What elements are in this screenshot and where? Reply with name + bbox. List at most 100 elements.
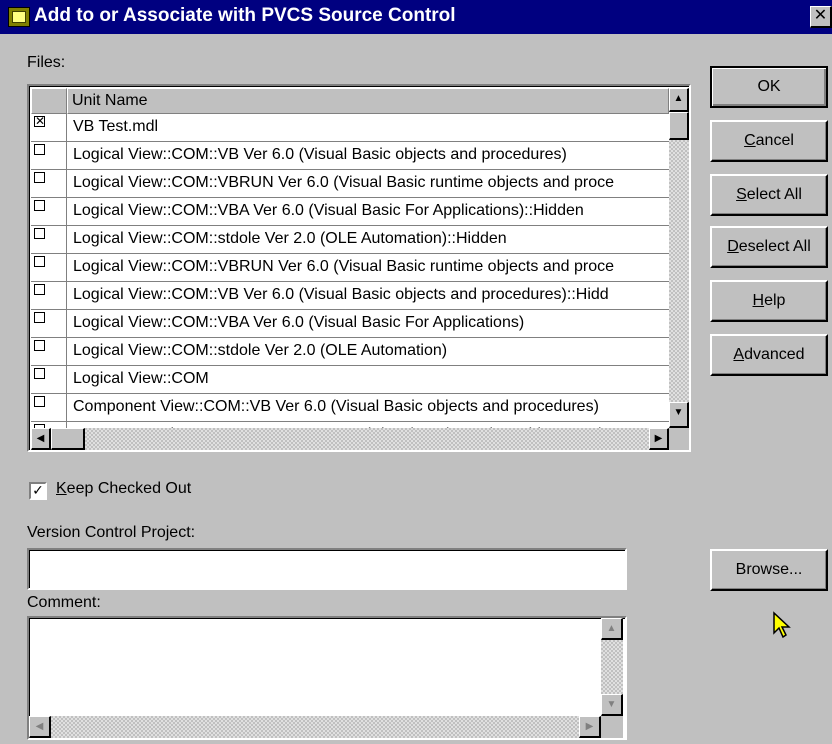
deselect-all-button[interactable]: Deselect All [710,226,828,268]
row-check-cell[interactable]: ✕ [31,114,67,141]
comment-hscroll[interactable]: ◀ ▶ [29,716,601,738]
row-check-cell[interactable] [31,338,67,365]
arrow-left-icon: ◀ [35,721,44,732]
scroll-corner [669,428,689,450]
files-vscroll[interactable]: ▲ ▼ [669,88,689,428]
comment-scroll-left[interactable]: ◀ [29,716,51,738]
row-unit-name: Logical View::COM::stdole Ver 2.0 (OLE A… [73,342,448,359]
row-checkbox[interactable] [34,200,45,211]
table-row[interactable]: Logical View::COM::VBA Ver 6.0 (Visual B… [31,198,669,226]
row-unit-name: Logical View::COM::VBRUN Ver 6.0 (Visual… [73,174,614,191]
keep-accel: K [56,480,67,497]
row-check-cell[interactable] [31,282,67,309]
arrow-up-icon: ▲ [673,93,684,104]
row-checkbox[interactable] [34,284,45,295]
arrow-right-icon: ▶ [654,433,663,444]
grid-header-unit-name[interactable]: Unit Name [67,88,669,114]
files-label: Files: [27,54,66,71]
table-row[interactable]: Logical View::COM::VB Ver 6.0 (Visual Ba… [31,282,669,310]
table-row[interactable]: Logical View::COM::stdole Ver 2.0 (OLE A… [31,338,669,366]
table-row[interactable]: Logical View::COM::VBRUN Ver 6.0 (Visual… [31,170,669,198]
cancel-label: ancel [755,132,794,149]
scroll-left-button[interactable]: ◀ [31,428,51,450]
cancel-accel: C [744,132,756,149]
help-label: elp [764,292,786,309]
deselect-all-accel: D [727,238,739,255]
advanced-label: dvanced [744,346,805,363]
row-unit-name: Logical View::COM::VBA Ver 6.0 (Visual B… [73,314,525,331]
hscroll-thumb[interactable] [51,428,85,450]
browse-label: Browse... [735,561,803,578]
version-control-project-label: Version Control Project: [27,524,196,541]
grid-header-check[interactable] [31,88,67,114]
comment-scroll-down[interactable]: ▼ [601,694,623,716]
select-all-label: elect All [746,186,802,203]
row-unit-name: Logical View::COM::VBA Ver 6.0 (Visual B… [73,202,584,219]
row-checkbox[interactable] [34,228,45,239]
arrow-left-icon: ◀ [36,433,45,444]
row-check-cell[interactable] [31,198,67,225]
vscroll-thumb[interactable] [669,112,689,140]
row-unit-name: Component View::COM::VB Ver 6.0 (Visual … [73,398,599,415]
row-checkbox[interactable] [34,396,45,407]
table-row[interactable]: Logical View::COM::VBRUN Ver 6.0 (Visual… [31,254,669,282]
keep-checked-out-label[interactable]: Keep Checked Out [56,480,191,498]
table-row[interactable]: ✕ VB Test.mdl [31,114,669,142]
row-checkbox[interactable] [34,312,45,323]
row-checkbox[interactable] [34,172,45,183]
comment-label: Comment: [27,594,101,611]
row-unit-name: Logical View::COM::VB Ver 6.0 (Visual Ba… [73,286,609,303]
app-icon [8,7,30,27]
scroll-up-button[interactable]: ▲ [669,88,689,112]
version-control-project-input[interactable] [27,548,627,590]
row-check-cell[interactable] [31,170,67,197]
comment-scroll-up[interactable]: ▲ [601,618,623,640]
comment-scroll-right[interactable]: ▶ [579,716,601,738]
row-check-cell[interactable] [31,366,67,393]
row-check-cell[interactable] [31,142,67,169]
select-all-accel: S [736,186,747,203]
select-all-button[interactable]: Select All [710,174,828,216]
mouse-pointer-icon [773,611,791,639]
deselect-all-label: eselect All [738,238,811,255]
advanced-button[interactable]: Advanced [710,334,828,376]
row-checkbox[interactable] [34,368,45,379]
checkmark-icon: ✓ [32,482,44,498]
row-check-cell[interactable] [31,226,67,253]
row-unit-name: VB Test.mdl [73,118,159,135]
arrow-up-icon: ▲ [606,623,617,634]
close-icon: ✕ [813,7,828,24]
keep-checked-out-checkbox[interactable]: ✓ [29,482,47,500]
table-row[interactable]: Component View::COM::VB Ver 6.0 (Visual … [31,394,669,422]
comment-textarea[interactable]: ▲ ▼ ◀ ▶ [27,616,627,740]
row-unit-name: Logical View::COM::stdole Ver 2.0 (OLE A… [73,230,507,247]
row-checkbox[interactable] [34,340,45,351]
comment-scroll-corner [601,716,623,738]
browse-button[interactable]: Browse... [710,549,828,591]
window-title: Add to or Associate with PVCS Source Con… [34,5,456,26]
scroll-right-button[interactable]: ▶ [649,428,669,450]
comment-vscroll[interactable]: ▲ ▼ [601,618,623,716]
table-row[interactable]: Logical View::COM [31,366,669,394]
table-row[interactable]: Logical View::COM::VBA Ver 6.0 (Visual B… [31,310,669,338]
files-grid[interactable]: Unit Name ✕ VB Test.mdlLogical View::COM:… [27,84,691,452]
row-check-cell[interactable] [31,254,67,281]
scroll-down-button[interactable]: ▼ [669,402,689,428]
ok-button[interactable]: OK [710,66,828,108]
table-row[interactable]: Logical View::COM::VB Ver 6.0 (Visual Ba… [31,142,669,170]
close-button[interactable]: ✕ [810,6,832,28]
cancel-button[interactable]: Cancel [710,120,828,162]
files-hscroll[interactable]: ◀ ▶ [31,428,669,450]
row-checkbox[interactable] [34,144,45,155]
arrow-down-icon: ▼ [673,407,684,418]
row-checkbox[interactable] [34,256,45,267]
row-unit-name: Logical View::COM [73,370,209,387]
ok-label: OK [757,78,781,95]
advanced-accel: A [733,346,745,363]
row-check-cell[interactable] [31,394,67,421]
row-check-cell[interactable] [31,310,67,337]
arrow-down-icon: ▼ [606,699,617,710]
table-row[interactable]: Logical View::COM::stdole Ver 2.0 (OLE A… [31,226,669,254]
help-button[interactable]: Help [710,280,828,322]
row-checkbox[interactable]: ✕ [34,115,45,127]
